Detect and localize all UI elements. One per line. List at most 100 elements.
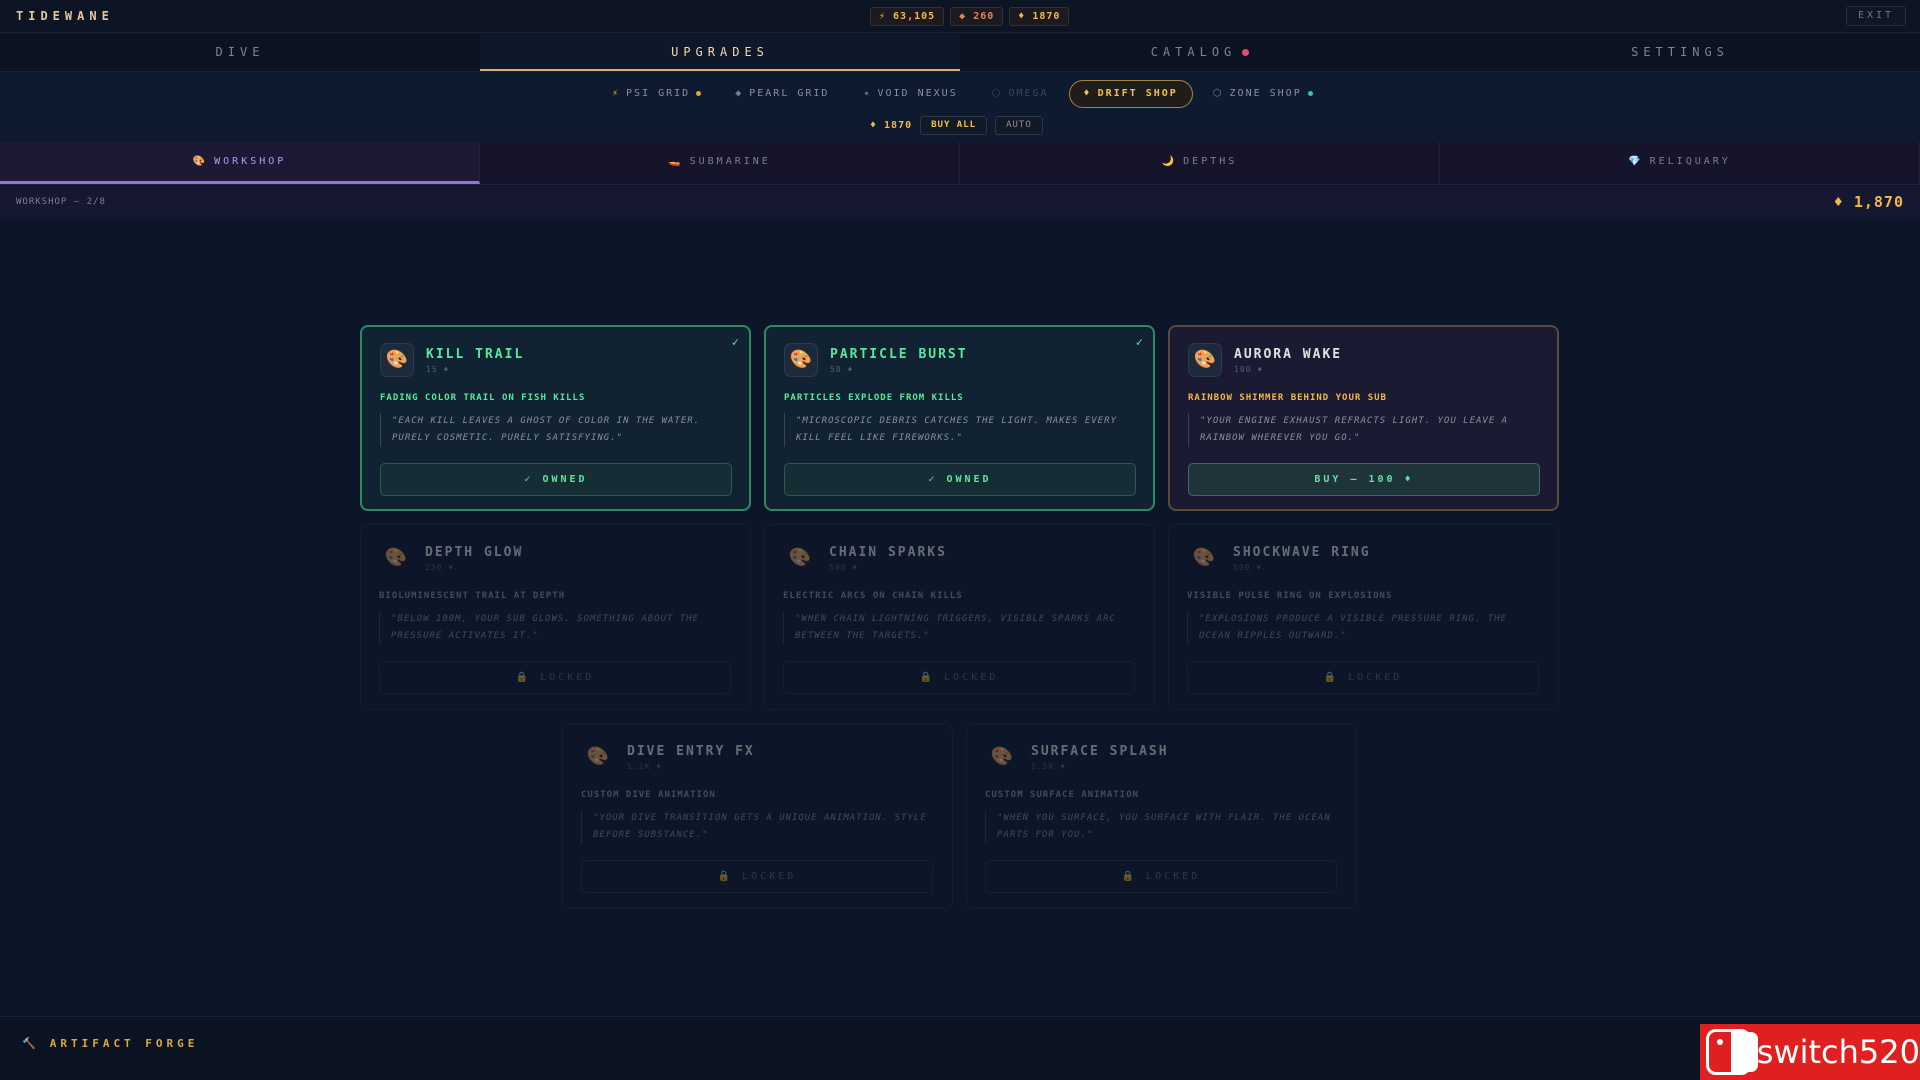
upgrade-flavor-text: "YOUR DIVE TRANSITION GETS A UNIQUE ANIM… — [581, 810, 931, 844]
buy-all-button[interactable]: BUY ALL — [920, 116, 988, 135]
upgrade-card: 🎨 PARTICLE BURST 50 ♦ ✓ PARTICLES EXPLODE FR… — [764, 325, 1155, 511]
upgrade-cost: 100 ♦ — [1234, 365, 1264, 374]
gold-icon: ♦ — [1083, 88, 1092, 99]
shop-label: PEARL GRID — [749, 88, 830, 99]
upgrade-name: SURFACE SPLASH — [1031, 744, 1169, 759]
upgrade-flavor-text: "YOUR ENGINE EXHAUST REFRACTS LIGHT. YOU… — [1188, 413, 1538, 447]
top-bar: TIDEWANE ⚡ 63,105 ◆ 260 ♦ 1870 EXIT — [0, 0, 1920, 33]
checkmark-icon: ✓ — [1135, 335, 1143, 349]
upgrade-cost: 500 ♦ — [1233, 563, 1263, 572]
console-logo-icon — [1706, 1029, 1758, 1075]
upgrade-flavor-text: "WHEN CHAIN LIGHTNING TRIGGERS, VISIBLE … — [783, 611, 1133, 645]
footer: 🔨 ARTIFACT FORGE — [0, 1016, 1920, 1080]
status-bar: WORKSHOP — 2/8 ♦ 1,870 — [0, 186, 1920, 219]
app-brand: TIDEWANE — [16, 9, 114, 23]
shop-zone-shop[interactable]: ⬡ ZONE SHOP — [1199, 80, 1327, 108]
palette-icon: 🎨 — [990, 746, 1014, 767]
tab-submarine[interactable]: 🚤 SUBMARINE — [480, 142, 960, 184]
shop-balance: ♦ 1870 — [870, 120, 913, 131]
tab-settings[interactable]: SETTINGS — [1440, 34, 1920, 71]
balance-display: ♦ 1,870 — [1833, 193, 1904, 211]
auto-button[interactable]: AUTO — [995, 116, 1043, 135]
shop-psi-grid[interactable]: ⚡ PSI GRID — [598, 80, 715, 108]
locked-button: 🔒 LOCKED — [1187, 661, 1539, 694]
upgrade-effect: CUSTOM SURFACE ANIMATION — [985, 790, 1140, 800]
upgrade-effect: CUSTOM DIVE ANIMATION — [581, 790, 716, 800]
locked-button: 🔒 LOCKED — [985, 860, 1337, 893]
tab-depths[interactable]: 🌙 DEPTHS — [960, 142, 1440, 184]
locked-button: 🔒 LOCKED — [379, 661, 731, 694]
tab-label: WORKSHOP — [214, 156, 287, 167]
palette-icon: 🎨 — [788, 547, 812, 568]
shop-label: DRIFT SHOP — [1097, 88, 1178, 99]
main-nav: DIVE UPGRADES CATALOG SETTINGS — [0, 34, 1920, 72]
tab-dive[interactable]: DIVE — [0, 34, 480, 71]
upgrade-card: 🎨 KILL TRAIL 15 ♦ ✓ FADING COLOR TRAIL ON FI… — [360, 325, 751, 511]
upgrade-effect: BIOLUMINESCENT TRAIL AT DEPTH — [379, 591, 566, 601]
palette-icon: 🎨 — [380, 343, 414, 377]
moon-icon: 🌙 — [1161, 156, 1178, 167]
upgrade-flavor-text: "EXPLOSIONS PRODUCE A VISIBLE PRESSURE R… — [1187, 611, 1537, 645]
upgrade-card: 🎨 SURFACE SPLASH 1.5K ♦ CUSTOM SURFACE ANIM… — [966, 723, 1357, 909]
upgrade-name: KILL TRAIL — [426, 347, 525, 362]
tab-label: SUBMARINE — [689, 156, 771, 167]
category-tabs: 🎨 WORKSHOP 🚤 SUBMARINE 🌙 DEPTHS 💎 RELIQUARY — [0, 142, 1920, 185]
palette-icon: 🎨 — [1188, 343, 1222, 377]
lightning-icon: ⚡ — [612, 88, 621, 99]
upgrade-effect: ELECTRIC ARCS ON CHAIN KILLS — [783, 591, 963, 601]
locked-button: 🔒 LOCKED — [581, 860, 933, 893]
upgrade-name: AURORA WAKE — [1234, 347, 1343, 362]
shop-pearl-grid[interactable]: ◆ PEARL GRID — [721, 80, 843, 108]
tab-catalog[interactable]: CATALOG — [960, 34, 1440, 71]
watermark: switch520 — [1700, 1024, 1920, 1080]
workshop-progress: WORKSHOP — 2/8 — [16, 197, 106, 207]
gold-counter: ♦ 1870 — [1009, 7, 1070, 26]
shop-drift-shop[interactable]: ♦ DRIFT SHOP — [1068, 80, 1193, 108]
upgrade-cost: 15 ♦ — [426, 365, 450, 374]
owned-button: ✓ OWNED — [784, 463, 1136, 496]
upgrade-card: 🎨 CHAIN SPARKS 500 ♦ ELECTRIC ARCS ON CHAIN… — [764, 524, 1155, 710]
available-dot — [1307, 90, 1313, 96]
upgrade-effect: VISIBLE PULSE RING ON EXPLOSIONS — [1187, 591, 1393, 601]
available-dot — [696, 90, 702, 96]
upgrade-cost: 250 ♦ — [425, 563, 455, 572]
hexagon-icon: ⬡ — [991, 88, 1003, 99]
energy-counter: ⚡ 63,105 — [870, 7, 945, 26]
palette-icon: 🎨 — [1192, 547, 1216, 568]
tab-label: DEPTHS — [1183, 156, 1238, 167]
shop-label: OMEGA — [1008, 88, 1049, 99]
upgrade-card: 🎨 AURORA WAKE 100 ♦ RAINBOW SHIMMER BEHIND … — [1168, 325, 1559, 511]
palette-icon: 🎨 — [586, 746, 610, 767]
upgrade-effect: FADING COLOR TRAIL ON FISH KILLS — [380, 393, 586, 403]
notification-dot — [1242, 49, 1250, 56]
artifact-forge-link[interactable]: 🔨 ARTIFACT FORGE — [22, 1037, 198, 1050]
palette-icon: 🎨 — [384, 547, 408, 568]
tab-workshop[interactable]: 🎨 WORKSHOP — [0, 142, 480, 184]
star-icon: ✦ — [863, 88, 872, 99]
checkmark-icon: ✓ — [731, 335, 739, 349]
hammer-icon: 🔨 — [22, 1037, 40, 1050]
forge-label: ARTIFACT FORGE — [49, 1037, 199, 1050]
upgrade-cost: 500 ♦ — [829, 563, 859, 572]
tab-label: RELIQUARY — [1649, 156, 1731, 167]
upgrade-flavor-text: "BELOW 100M, YOUR SUB GLOWS. SOMETHING A… — [379, 611, 729, 645]
shop-void-nexus[interactable]: ✦ VOID NEXUS — [849, 80, 971, 108]
tab-upgrades[interactable]: UPGRADES — [480, 34, 960, 71]
shop-selector: ⚡ PSI GRID ◆ PEARL GRID ✦ VOID NEXUS ⬡ OMEGA… — [0, 72, 1920, 142]
tab-reliquary[interactable]: 💎 RELIQUARY — [1440, 142, 1920, 184]
upgrade-flavor-text: "MICROSCOPIC DEBRIS CATCHES THE LIGHT. M… — [784, 413, 1134, 447]
palette-icon: 🎨 — [784, 343, 818, 377]
locked-button: 🔒 LOCKED — [783, 661, 1135, 694]
upgrade-effect: PARTICLES EXPLODE FROM KILLS — [784, 393, 964, 403]
upgrade-cost: 1.5K ♦ — [1031, 762, 1066, 771]
currency-bar: ⚡ 63,105 ◆ 260 ♦ 1870 — [870, 7, 1070, 26]
exit-button[interactable]: EXIT — [1846, 6, 1906, 26]
owned-button: ✓ OWNED — [380, 463, 732, 496]
upgrade-flavor-text: "EACH KILL LEAVES A GHOST OF COLOR IN TH… — [380, 413, 730, 447]
upgrade-card: 🎨 DEPTH GLOW 250 ♦ BIOLUMINESCENT TRAIL AT … — [360, 524, 751, 710]
shop-label: PSI GRID — [626, 88, 691, 99]
upgrade-effect: RAINBOW SHIMMER BEHIND YOUR SUB — [1188, 393, 1387, 403]
shop-omega[interactable]: ⬡ OMEGA — [978, 80, 1063, 108]
upgrade-card: 🎨 DIVE ENTRY FX 1.2K ♦ CUSTOM DIVE ANIMATIO… — [562, 723, 953, 909]
buy-button[interactable]: BUY — 100 ♦ — [1188, 463, 1540, 496]
